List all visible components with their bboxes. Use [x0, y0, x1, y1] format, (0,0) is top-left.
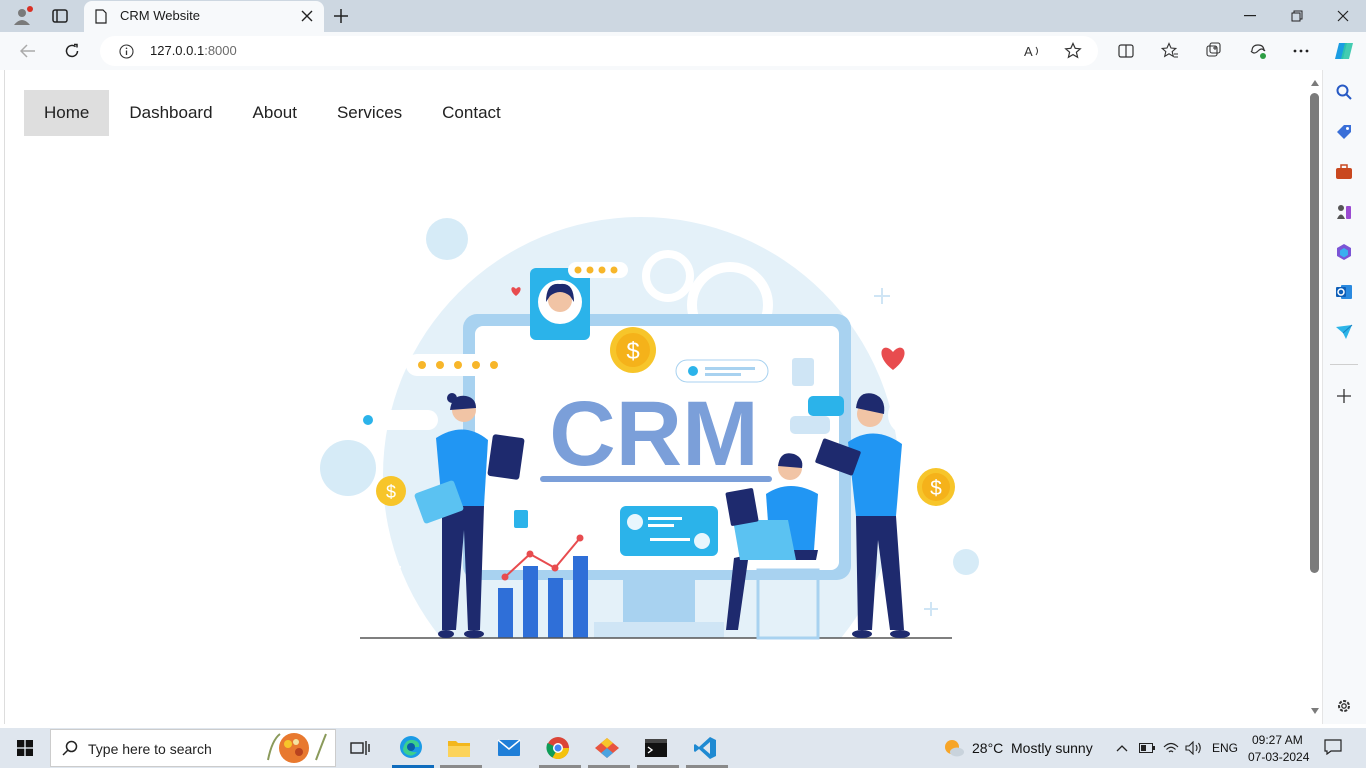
- scroll-up-icon[interactable]: [1309, 78, 1321, 88]
- sidebar-divider: [1330, 364, 1358, 365]
- show-hidden-icons-chevron-icon[interactable]: [1114, 740, 1130, 756]
- edge-taskbar-icon[interactable]: [396, 732, 426, 762]
- split-screen-icon[interactable]: [1115, 41, 1137, 61]
- weather-temp[interactable]: 28°C: [972, 740, 1003, 756]
- read-aloud-icon[interactable]: A: [1023, 42, 1043, 60]
- nav-dashboard[interactable]: Dashboard: [109, 90, 232, 136]
- favorite-star-icon[interactable]: [1062, 41, 1084, 61]
- close-tab-icon[interactable]: [299, 8, 315, 24]
- search-highlight-icon[interactable]: [262, 730, 332, 766]
- profile-icon[interactable]: [10, 4, 34, 28]
- search-icon[interactable]: [1334, 82, 1354, 102]
- battery-icon[interactable]: [1138, 740, 1156, 756]
- back-icon[interactable]: [16, 40, 40, 62]
- svg-text:$: $: [930, 477, 942, 500]
- clock-time[interactable]: 09:27 AM: [1252, 733, 1303, 747]
- crm-hero-illustration: CRM $ $ $: [318, 217, 988, 642]
- gitkraken-icon[interactable]: [592, 734, 622, 762]
- search-placeholder: Type here to search: [88, 741, 212, 757]
- svg-text:$: $: [386, 482, 396, 502]
- restore-icon[interactable]: [1285, 6, 1309, 26]
- drop-send-icon[interactable]: [1334, 322, 1354, 342]
- tab-title: CRM Website: [120, 8, 200, 23]
- refresh-icon[interactable]: [60, 40, 84, 62]
- svg-text:A: A: [1024, 44, 1033, 58]
- clock-date[interactable]: 07-03-2024: [1248, 750, 1309, 764]
- outlook-icon[interactable]: [1334, 282, 1354, 302]
- url-text[interactable]: 127.0.0.1:8000: [150, 43, 237, 58]
- sidebar-settings-icon[interactable]: [1334, 696, 1354, 716]
- chrome-icon[interactable]: [543, 733, 573, 763]
- wifi-icon[interactable]: [1162, 739, 1180, 757]
- url-port: :8000: [204, 43, 237, 58]
- tools-briefcase-icon[interactable]: [1334, 162, 1354, 182]
- copilot-icon[interactable]: [1331, 39, 1357, 63]
- collections-icon[interactable]: [1203, 41, 1225, 61]
- weather-desc[interactable]: Mostly sunny: [1011, 740, 1093, 756]
- close-window-icon[interactable]: [1331, 6, 1355, 26]
- nav-contact[interactable]: Contact: [422, 90, 521, 136]
- windows-start-icon[interactable]: [10, 734, 40, 762]
- url-host: 127.0.0.1: [150, 43, 205, 58]
- new-tab-icon[interactable]: [330, 5, 352, 27]
- microsoft-365-icon[interactable]: [1334, 242, 1354, 262]
- notifications-icon[interactable]: [1322, 736, 1344, 758]
- crm-image-text: CRM: [549, 383, 759, 485]
- site-info-icon[interactable]: [117, 43, 135, 59]
- nav-about[interactable]: About: [233, 90, 317, 136]
- scroll-down-icon[interactable]: [1309, 706, 1321, 716]
- page-icon: [94, 8, 108, 24]
- favorites-icon[interactable]: [1159, 41, 1181, 61]
- nav-home[interactable]: Home: [24, 90, 110, 136]
- add-sidebar-icon[interactable]: [1334, 386, 1354, 406]
- main-nav: Home Dashboard About Services Contact: [24, 90, 521, 136]
- taskbar-search-icon: [60, 738, 80, 758]
- address-bar[interactable]: [100, 36, 1098, 66]
- minimize-icon[interactable]: [1238, 6, 1262, 26]
- weather-sunny-icon[interactable]: [942, 736, 966, 760]
- mail-icon[interactable]: [494, 734, 524, 762]
- more-options-icon[interactable]: [1290, 41, 1312, 61]
- games-chess-icon[interactable]: [1334, 202, 1354, 222]
- terminal-icon[interactable]: [641, 734, 671, 762]
- file-explorer-icon[interactable]: [444, 734, 474, 762]
- tab-actions-icon[interactable]: [50, 6, 70, 26]
- browser-essentials-icon[interactable]: [1247, 41, 1269, 61]
- nav-services[interactable]: Services: [317, 90, 422, 136]
- vscode-icon[interactable]: [690, 734, 720, 762]
- scroll-thumb[interactable]: [1310, 93, 1319, 573]
- task-view-icon[interactable]: [346, 736, 374, 760]
- svg-text:$: $: [626, 338, 639, 365]
- language-indicator[interactable]: ENG: [1212, 741, 1238, 755]
- shopping-tag-icon[interactable]: [1334, 122, 1354, 142]
- volume-icon[interactable]: [1185, 739, 1203, 757]
- coin-icon: $: [610, 327, 656, 373]
